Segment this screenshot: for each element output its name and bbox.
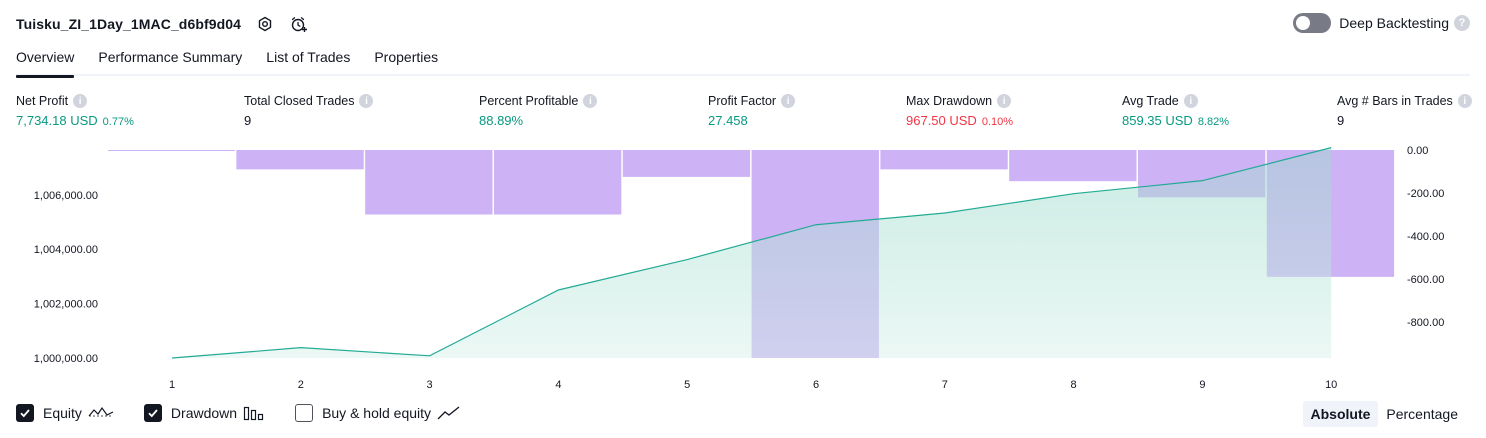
left-axis-tick: 1,006,000.00	[34, 190, 98, 202]
metric-label: Profit Factor	[708, 94, 777, 108]
x-axis-tick: 6	[813, 379, 819, 391]
absolute-button[interactable]: Absolute	[1302, 401, 1379, 427]
equity-checkbox[interactable]	[16, 404, 34, 422]
legend-label: Equity	[43, 405, 82, 421]
left-axis-tick: 1,000,000.00	[34, 353, 98, 365]
info-icon[interactable]: i	[781, 94, 796, 108]
x-axis-tick: 10	[1325, 379, 1337, 391]
x-axis-tick: 5	[684, 379, 690, 391]
strategy-title: Tuisku_ZI_1Day_1MAC_d6bf9d04	[16, 16, 242, 32]
legend-label: Drawdown	[170, 405, 238, 421]
tab-properties[interactable]: Properties	[374, 46, 438, 76]
buy-hold-line-icon	[437, 405, 461, 421]
drawdown-bar-overlay	[108, 150, 235, 151]
info-icon[interactable]: i	[1183, 94, 1198, 108]
drawdown-bar-overlay	[1138, 150, 1266, 198]
metric-percent-profitable: Percent Profitable i 88.89%	[479, 94, 598, 128]
left-axis-tick: 1,002,000.00	[34, 299, 98, 311]
metric-percent: 0.77%	[102, 116, 134, 128]
percentage-button[interactable]: Percentage	[1378, 401, 1466, 427]
drawdown-bar-overlay	[751, 150, 879, 358]
metric-label: Max Drawdown	[906, 94, 993, 108]
metric-value: 7,734.18 USD	[16, 113, 98, 128]
drawdown-bars-icon	[243, 405, 265, 421]
metric-label: Avg Trade	[1122, 94, 1179, 108]
drawdown-bar-overlay	[365, 150, 493, 215]
x-axis-tick: 8	[1071, 379, 1077, 391]
info-icon[interactable]: i	[359, 94, 374, 108]
tab-bar: Overview Performance Summary List of Tra…	[16, 46, 1470, 78]
metric-value: 9	[244, 113, 252, 128]
metric-value: 967.50 USD	[906, 113, 977, 128]
metric-max-drawdown: Max Drawdown i 967.50 USD 0.10%	[906, 94, 1013, 128]
metric-label: Net Profit	[16, 94, 69, 108]
deep-backtesting-toggle[interactable]	[1293, 13, 1332, 33]
right-axis-tick: -600.00	[1407, 274, 1444, 286]
metric-net-profit: Net Profit i 7,734.18 USD 0.77%	[16, 94, 134, 128]
drawdown-bar-overlay	[622, 150, 751, 177]
drawdown-bar-overlay	[494, 150, 622, 215]
x-axis-tick: 3	[427, 379, 433, 391]
info-icon[interactable]: i	[583, 94, 598, 108]
x-axis-tick: 1	[169, 379, 175, 391]
x-axis-tick: 2	[298, 379, 304, 391]
drawdown-bar-overlay	[1266, 150, 1395, 277]
legend-equity[interactable]: Equity	[16, 404, 114, 422]
chart-legend: Equity Drawdown Buy & hold equity	[16, 404, 491, 422]
drawdown-bar-overlay	[880, 150, 1008, 170]
right-axis-tick: -200.00	[1407, 188, 1444, 200]
left-axis-tick: 1,004,000.00	[34, 244, 98, 256]
metric-avg-trade: Avg Trade i 859.35 USD 8.82%	[1122, 94, 1229, 128]
settings-icon[interactable]	[255, 14, 275, 34]
legend-buy-hold-equity[interactable]: Buy & hold equity	[295, 404, 461, 422]
info-icon[interactable]: i	[1457, 94, 1472, 108]
info-icon[interactable]: i	[73, 94, 88, 108]
deep-backtesting: Deep Backtesting ?	[1293, 13, 1470, 33]
metric-label: Percent Profitable	[479, 94, 579, 108]
drawdown-bar-overlay	[1009, 150, 1137, 182]
tab-performance-summary[interactable]: Performance Summary	[98, 46, 242, 76]
equity-drawdown-chart[interactable]: 1,000,000.00 1,002,000.00 1,004,000.00 1,00…	[0, 140, 1486, 395]
x-axis-tick: 7	[942, 379, 948, 391]
add-alert-icon[interactable]	[289, 14, 309, 34]
metric-value: 9	[1337, 113, 1345, 128]
help-icon[interactable]: ?	[1454, 15, 1470, 31]
metric-value: 88.89%	[479, 113, 524, 128]
metric-value: 27.458	[708, 113, 748, 128]
legend-label: Buy & hold equity	[322, 405, 432, 421]
strategy-header: Tuisku_ZI_1Day_1MAC_d6bf9d04	[16, 12, 309, 36]
metric-label: Total Closed Trades	[244, 94, 355, 108]
metric-percent: 8.82%	[1197, 116, 1230, 128]
metric-label: Avg # Bars in Trades	[1337, 94, 1453, 108]
toggle-knob	[1296, 16, 1311, 30]
x-axis-tick: 9	[1199, 379, 1205, 391]
right-axis-tick: -800.00	[1407, 317, 1444, 329]
buy-hold-checkbox[interactable]	[295, 404, 314, 422]
right-axis-tick: 0.00	[1407, 145, 1428, 157]
metric-percent: 0.10%	[981, 116, 1014, 128]
info-icon[interactable]: i	[997, 94, 1012, 108]
x-axis-tick: 4	[555, 379, 561, 391]
metric-total-closed-trades: Total Closed Trades i 9	[244, 94, 374, 128]
metric-value: 859.35 USD	[1122, 113, 1193, 128]
metric-profit-factor: Profit Factor i 27.458	[708, 94, 796, 128]
tab-list-of-trades[interactable]: List of Trades	[266, 46, 350, 76]
drawdown-checkbox[interactable]	[143, 404, 162, 422]
right-axis-tick: -400.00	[1407, 231, 1444, 243]
drawdown-bar-overlay	[236, 150, 364, 170]
equity-line-icon	[88, 405, 114, 421]
deep-backtesting-label: Deep Backtesting	[1339, 15, 1449, 31]
scale-mode-switch: Absolute Percentage	[1302, 401, 1467, 427]
metric-avg-bars: Avg # Bars in Trades i 9	[1337, 94, 1472, 128]
legend-drawdown[interactable]: Drawdown	[143, 404, 265, 422]
tab-overview[interactable]: Overview	[16, 46, 75, 78]
